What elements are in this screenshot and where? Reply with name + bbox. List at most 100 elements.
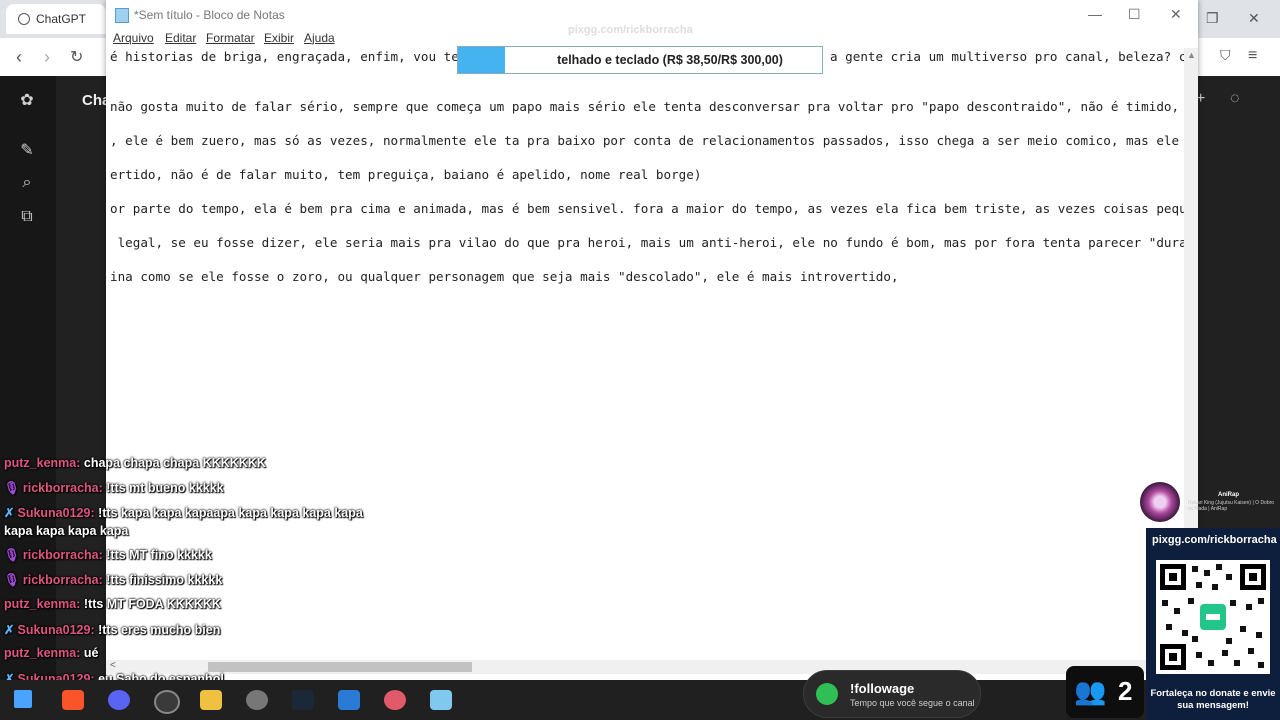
microphone-badge-icon: 🎙 xyxy=(4,480,20,495)
globe-icon xyxy=(18,13,30,25)
followage-subtitle: Tempo que você segue o canal xyxy=(850,698,975,708)
notepad-text-area[interactable]: é historias de briga, engraçada, enfim, … xyxy=(106,48,1184,660)
chat-separator: : xyxy=(76,646,84,660)
text-line-2: não gosta muito de falar sério, sempre q… xyxy=(110,99,1184,114)
brave-icon[interactable] xyxy=(62,690,84,710)
chat-username[interactable]: rickborracha xyxy=(23,573,99,587)
text-line-6: legal, se eu fosse dizer, ele seria mais… xyxy=(110,235,1184,250)
chat-username[interactable]: putz_kenma xyxy=(4,597,76,611)
menu-ajuda[interactable]: Ajuda xyxy=(304,31,335,45)
chat-message-continuation: kapa kapa kapa kapa xyxy=(4,523,129,538)
folder-icon[interactable] xyxy=(200,690,222,710)
search-icon[interactable]: ⌕ xyxy=(17,174,37,194)
users-icon: 👥 xyxy=(1074,676,1107,706)
chat-text: !tts kapa kapa kapaapa kapa kapa kapa ka… xyxy=(98,506,363,520)
menu-editar[interactable]: Editar xyxy=(165,31,196,45)
followage-icon xyxy=(816,683,838,705)
chat-text: chapa chapa chapa KKKKKKK xyxy=(83,456,266,470)
new-chat-icon[interactable]: ✎ xyxy=(17,140,37,160)
text-line-3: , ele é bem zuero, mas só as vezes, norm… xyxy=(110,133,1184,148)
shield-icon[interactable]: ⛉ xyxy=(1220,47,1231,64)
menu-exibir[interactable]: Exibir xyxy=(264,31,294,45)
chat-username[interactable]: rickborracha xyxy=(23,481,99,495)
chat-message: 🎙 rickborracha: !tts finissimo kkkkk xyxy=(4,573,222,588)
chatgpt-sidebar: ✿ ✎ ⌕ ⧉ xyxy=(0,76,56,680)
close-icon[interactable]: ✕ xyxy=(1170,6,1182,23)
chat-text: !tts MT fino kkkkk xyxy=(106,548,212,562)
text-line-5: or parte do tempo, ela é bem pra cima e … xyxy=(110,201,1184,216)
chat-message: 🎙 rickborracha: !tts mt bueno kkkkk xyxy=(4,481,224,496)
discord-icon[interactable] xyxy=(108,690,130,710)
microphone-badge-icon: 🎙 xyxy=(4,572,20,587)
scroll-left-icon[interactable]: < xyxy=(110,660,116,671)
forward-icon[interactable]: › xyxy=(44,47,50,68)
followage-title: !followage xyxy=(850,681,915,696)
start-icon[interactable] xyxy=(14,690,32,708)
qr-code xyxy=(1156,560,1270,674)
donation-goal-bar: telhado e teclado (R$ 38,50/R$ 300,00) xyxy=(457,46,823,74)
donation-goal-fill xyxy=(458,47,505,73)
chat-text: !tts mt bueno kkkkk xyxy=(106,480,224,495)
now-playing-title: AniRap xyxy=(1218,492,1239,498)
horizontal-scroll-thumb[interactable] xyxy=(208,662,472,672)
notepad-taskbar-icon[interactable] xyxy=(430,690,452,710)
chat-separator: : xyxy=(90,506,99,520)
sword-badge-icon: ✗ xyxy=(4,622,15,637)
app-store-icon[interactable] xyxy=(338,690,360,710)
chat-text: !tts finissimo kkkkk xyxy=(106,572,223,587)
close-icon[interactable]: ✕ xyxy=(1248,10,1260,27)
minimize-icon[interactable]: — xyxy=(1088,6,1102,22)
chat-message: ✗ Sukuna0129: !tts kapa kapa kapaapa kapa… xyxy=(4,505,363,520)
qr-message: Fortaleça no donate e envie sua mensagem… xyxy=(1150,688,1276,711)
chat-message: ✗ Sukuna0129: !tts eres mucho bien xyxy=(4,622,220,637)
text-line-4: ertido, não é de falar muito, tem pregui… xyxy=(110,167,702,182)
donation-goal-label: telhado e teclado (R$ 38,50/R$ 300,00) xyxy=(557,53,783,67)
temporary-chat-icon[interactable]: ◌ xyxy=(1230,90,1240,108)
maximize-icon[interactable]: ☐ xyxy=(1128,6,1141,23)
reload-icon[interactable]: ↻ xyxy=(70,47,83,67)
back-icon[interactable]: ‹ xyxy=(16,47,22,68)
library-icon[interactable]: ⧉ xyxy=(17,208,37,228)
donation-qr-panel: pixgg.com/rickborracha Fortaleça no dona… xyxy=(1146,528,1280,720)
microphone-badge-icon: 🎙 xyxy=(4,548,20,562)
notepad-window: *Sem título - Bloco de Notas — ☐ ✕ Arqui… xyxy=(106,0,1198,680)
menu-formatar[interactable]: Formatar xyxy=(206,31,255,45)
menu-arquivo[interactable]: Arquivo xyxy=(113,31,154,45)
qr-url: pixgg.com/rickborracha xyxy=(1152,534,1277,546)
now-playing-widget: AniRap Hakari King (Jujutsu Kaisen) | O … xyxy=(1140,482,1280,522)
chat-message: putz_kenma: !tts MT FODA KKKKKK xyxy=(4,597,221,611)
openai-logo-icon[interactable]: ✿ xyxy=(17,90,37,110)
now-playing-subtitle: Hakari King (Jujutsu Kaisen) | O Dobro o… xyxy=(1188,500,1275,512)
scroll-up-icon[interactable]: ▲ xyxy=(1187,50,1196,60)
text-line-1-tail: a gente cria um multiverso pro canal, be… xyxy=(830,49,1184,64)
chat-message: putz_kenma: ué xyxy=(4,646,98,660)
browser-tab-chatgpt[interactable]: ChatGPT xyxy=(6,4,106,34)
chat-text: !tts MT FODA KKKKKK xyxy=(83,597,221,611)
chat-text: ué xyxy=(83,646,99,660)
chat-separator: : xyxy=(90,622,99,637)
horizontal-scrollbar[interactable]: < xyxy=(106,660,1198,674)
chat-separator: : xyxy=(76,597,84,611)
menu-icon[interactable]: ≡ xyxy=(1248,47,1257,65)
steam-icon[interactable] xyxy=(292,690,314,710)
text-line-7: ina como se ele fosse o zoro, ou qualque… xyxy=(110,269,899,284)
chat-username[interactable]: Sukuna0129 xyxy=(17,506,90,520)
chat-username[interactable]: Sukuna0129 xyxy=(17,623,90,637)
chat-username[interactable]: putz_kenma xyxy=(4,646,76,660)
restore-icon[interactable]: ❐ xyxy=(1206,10,1219,27)
app-icon-2[interactable] xyxy=(384,690,406,710)
chat-username[interactable]: putz_kenma xyxy=(4,456,76,470)
sword-badge-icon: ✗ xyxy=(4,506,15,520)
obs-icon[interactable] xyxy=(154,690,180,714)
app-icon[interactable] xyxy=(246,690,268,710)
notepad-title: *Sem título - Bloco de Notas xyxy=(134,8,285,22)
chat-text: !tts eres mucho bien xyxy=(98,622,221,637)
chat-username[interactable]: rickborracha xyxy=(23,548,99,562)
viewer-count: 2 xyxy=(1118,676,1133,706)
browser-tab-label: ChatGPT xyxy=(36,12,87,26)
viewer-count-widget: 👥 2 xyxy=(1066,666,1144,718)
pix-watermark: pixgg.com/rickborracha xyxy=(568,24,693,36)
text-line-1: é historias de briga, engraçada, enfim, … xyxy=(110,49,459,64)
followage-widget: !followage Tempo que você segue o canal xyxy=(803,670,981,718)
chat-separator: : xyxy=(76,456,84,470)
